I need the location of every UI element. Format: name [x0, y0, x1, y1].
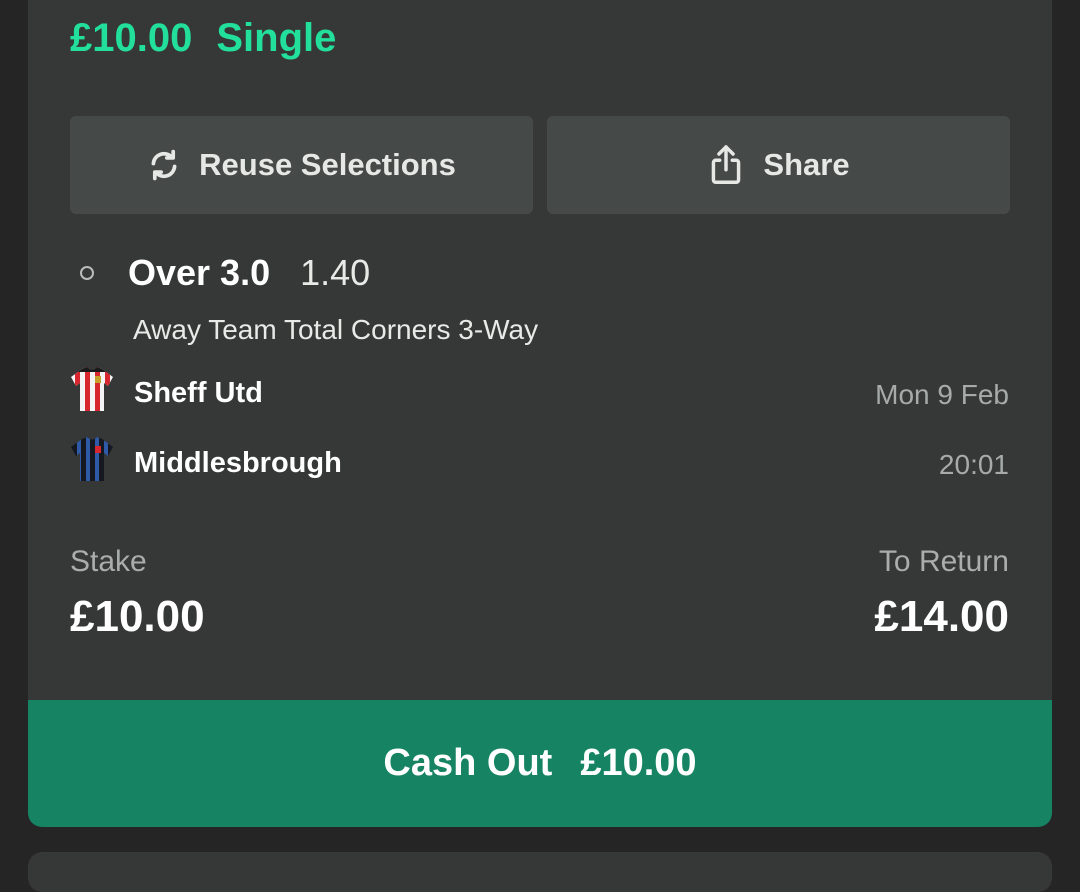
- bet-card: £10.00 Single Reuse Selections Share Ove…: [28, 0, 1052, 827]
- away-team-row: Middlesbrough: [70, 436, 342, 490]
- share-label: Share: [763, 147, 850, 182]
- bet-stake-amount: £10.00: [70, 16, 193, 60]
- selection-row: Over 3.0 1.40: [80, 252, 370, 294]
- next-bet-card: [28, 852, 1052, 892]
- shirt-icon: [70, 436, 114, 490]
- shirt-icon: [70, 366, 114, 420]
- to-return-value: £14.00: [874, 592, 1009, 641]
- selection-status-indicator: [80, 266, 94, 280]
- home-team-name: Sheff Utd: [134, 376, 263, 409]
- match-date: Mon 9 Feb: [875, 379, 1009, 410]
- stake-value: £10.00: [70, 592, 205, 641]
- market-name: Away Team Total Corners 3-Way: [133, 314, 539, 345]
- refresh-icon: [147, 148, 181, 182]
- bet-type: Single: [216, 16, 337, 60]
- reuse-selections-button[interactable]: Reuse Selections: [70, 116, 533, 214]
- share-button[interactable]: Share: [547, 116, 1010, 214]
- selection-name: Over 3.0: [128, 252, 271, 293]
- cash-out-label: Cash Out: [383, 742, 553, 784]
- bet-header: £10.00 Single: [70, 18, 336, 58]
- cash-out-button[interactable]: Cash Out £10.00: [28, 700, 1052, 827]
- reuse-selections-label: Reuse Selections: [199, 147, 456, 182]
- away-team-name: Middlesbrough: [134, 446, 342, 479]
- to-return-label: To Return: [878, 545, 1009, 578]
- stake-label: Stake: [70, 545, 147, 578]
- bet-actions: Reuse Selections Share: [70, 116, 1010, 214]
- selection-odds: 1.40: [300, 252, 371, 293]
- home-team-row: Sheff Utd: [70, 366, 263, 420]
- match-time: 20:01: [938, 449, 1009, 480]
- cash-out-amount: £10.00: [580, 742, 697, 784]
- share-icon: [707, 143, 745, 187]
